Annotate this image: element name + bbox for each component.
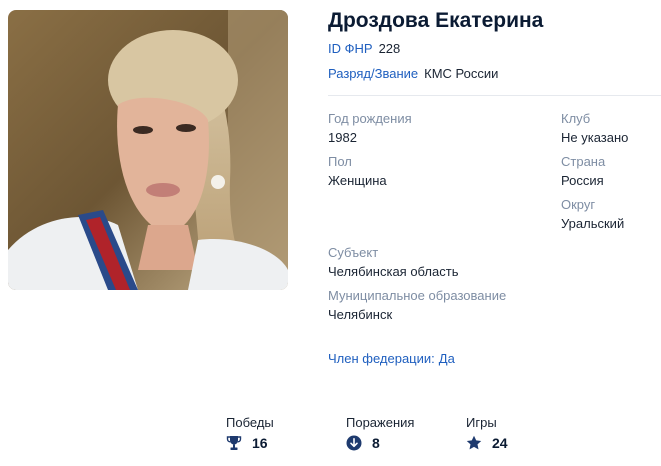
id-value: 228: [378, 41, 401, 56]
id-row: ID ФНР 228: [328, 41, 400, 56]
wins-label: Победы: [226, 415, 274, 430]
gender-value: Женщина: [328, 173, 387, 188]
birth-year-value: 1982: [328, 130, 357, 145]
id-label: ID ФНР: [328, 41, 373, 56]
municipality-label: Муниципальное образование: [328, 288, 507, 303]
club-label: Клуб: [561, 111, 591, 126]
losses-label: Поражения: [346, 415, 415, 430]
federation-member: Член федерации: Да: [328, 351, 455, 366]
gender-label: Пол: [328, 154, 352, 169]
federation-member-label: Член федерации:: [328, 351, 435, 366]
subject-value: Челябинская область: [328, 264, 459, 279]
birth-year-label: Год рождения: [328, 111, 412, 126]
star-icon: [466, 435, 482, 451]
profile-photo: [8, 10, 288, 290]
country-label: Страна: [561, 154, 606, 169]
stat-games: Игры 24: [466, 415, 508, 451]
country-value: Россия: [561, 173, 604, 188]
games-label: Игры: [466, 415, 497, 430]
losses-value: 8: [372, 435, 380, 451]
rank-row: Разряд/Звание КМС России: [328, 66, 498, 81]
games-value: 24: [492, 435, 508, 451]
federation-member-value: Да: [438, 351, 455, 366]
trophy-icon: [226, 435, 242, 451]
arrow-down-circle-icon: [346, 435, 362, 451]
club-value: Не указано: [561, 130, 629, 145]
district-label: Округ: [561, 197, 596, 212]
subject-label: Субъект: [328, 245, 379, 260]
player-name: Дроздова Екатерина: [328, 9, 544, 32]
municipality-value: Челябинск: [328, 307, 393, 322]
rank-value: КМС России: [424, 66, 499, 81]
stat-wins: Победы 16: [226, 415, 274, 451]
wins-value: 16: [252, 435, 268, 451]
divider: [328, 95, 661, 96]
stat-losses: Поражения 8: [346, 415, 414, 451]
rank-label: Разряд/Звание: [328, 66, 419, 81]
district-value: Уральский: [561, 216, 625, 231]
